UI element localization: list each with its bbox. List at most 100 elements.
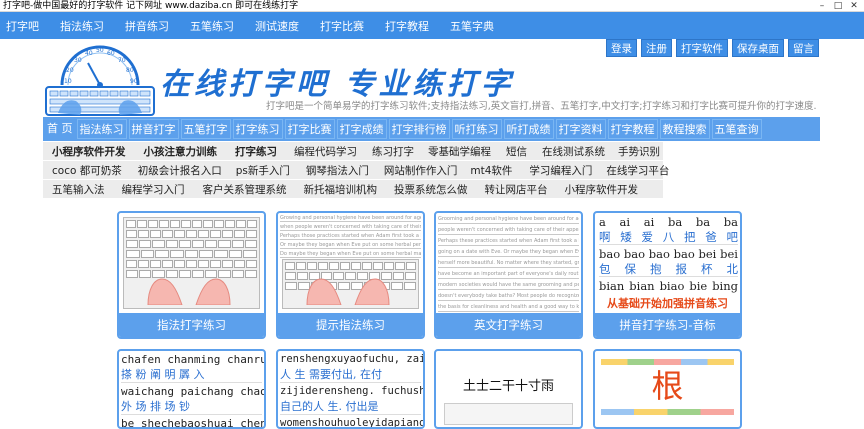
pinyin-row: bao bao bao bao bei bei xyxy=(599,247,738,261)
gauge-number: 80 xyxy=(126,67,134,74)
link-item[interactable]: ps新手入门 xyxy=(236,163,290,178)
link-item[interactable]: 新托福培训机构 xyxy=(304,182,378,197)
link-item[interactable]: 手势识别 xyxy=(618,144,660,159)
typing-software-button[interactable]: 打字软件 xyxy=(676,39,728,57)
hands-icon xyxy=(306,278,390,305)
link-item[interactable]: 短信 xyxy=(506,144,527,159)
gauge-number: 60 xyxy=(107,50,115,57)
pinyin-preview: a ai ai ba ba ba 啊矮爱八把爸吧 bao bao bao bao bei bei 包… xyxy=(599,215,738,293)
text-line: Growing and personal hygiene have been a… xyxy=(280,215,421,222)
big-character: 根 xyxy=(651,367,684,405)
link-item[interactable]: 在线学习平台 xyxy=(606,163,669,178)
cat-listen-practice[interactable]: 听打练习 xyxy=(451,119,502,139)
save-desktop-button[interactable]: 保存桌面 xyxy=(732,39,784,57)
gauge-number: 30 xyxy=(74,57,82,64)
link-item[interactable]: 客户关系管理系统 xyxy=(203,182,287,197)
wubi-root-card[interactable]: 土士二干十寸雨 xyxy=(434,349,583,429)
window-title: 打字吧-做中国最好的打字软件 记下网址 www.daziba.cn 即可在线练打… xyxy=(3,1,299,11)
cat-typing-contest[interactable]: 打字比赛 xyxy=(284,119,335,139)
link-item[interactable]: 小程序软件开发 xyxy=(565,182,639,197)
nav-wubi-practice[interactable]: 五笔练习 xyxy=(190,18,234,34)
gauge-number: 90 xyxy=(130,78,138,85)
window-controls: – □ ✕ xyxy=(814,0,862,12)
site-logo[interactable]: 10 20 30 40 50 60 70 80 90 xyxy=(44,41,156,120)
text-line: going on a date with Eve. Or maybe they … xyxy=(438,249,579,257)
maximize-button[interactable]: □ xyxy=(830,0,846,12)
english-practice-card[interactable]: Grooming and personal hygiene have been … xyxy=(434,211,583,339)
wubi-root-text: 土士二干十寸雨 xyxy=(462,379,554,394)
wubi-char-card[interactable]: 根 xyxy=(593,349,742,429)
cat-listen-scores[interactable]: 听打成绩 xyxy=(503,119,554,139)
cat-wubi-lookup[interactable]: 五笔查询 xyxy=(711,119,762,139)
cat-finger-practice[interactable]: 指法练习 xyxy=(76,119,127,139)
pinyin-line: waichang paichang chao xyxy=(121,385,266,398)
link-item[interactable]: 钢琴指法入门 xyxy=(306,163,369,178)
message-button[interactable]: 留言 xyxy=(788,39,819,57)
pinyin-phrase-card[interactable]: chafen chanming chanru 搽 粉 阐 明 羼 入 waich… xyxy=(117,349,266,429)
cat-home[interactable]: 首 页 xyxy=(45,119,75,139)
link-item[interactable]: 投票系统怎么做 xyxy=(394,182,468,197)
link-item[interactable]: 练习打字 xyxy=(372,144,414,159)
hanzi-line: 自己的人 生. 付出是 xyxy=(280,398,421,415)
english-thumbnail: Grooming and personal hygiene have been … xyxy=(436,213,581,313)
hanzi-row: 啊矮爱八把爸吧 xyxy=(599,230,738,245)
hint-finger-practice-card[interactable]: Growing and personal hygiene have been a… xyxy=(276,211,425,339)
cat-pinyin-typing[interactable]: 拼音打字 xyxy=(128,119,179,139)
link-item[interactable]: 小孩注意力训练 xyxy=(144,144,218,159)
link-item[interactable]: 小程序软件开发 xyxy=(52,144,126,159)
login-button[interactable]: 登录 xyxy=(606,39,637,57)
nav-typing-tutorial[interactable]: 打字教程 xyxy=(385,18,429,34)
pinyin-slogan: 从基础开始加强拼音练习 xyxy=(607,297,728,310)
nav-speed-test[interactable]: 测试速度 xyxy=(255,18,299,34)
keyboard-gauge-logo-icon: 10 20 30 40 50 60 70 80 90 xyxy=(45,45,155,116)
cat-typing-scores[interactable]: 打字成绩 xyxy=(336,119,387,139)
link-item[interactable]: 初级会计报名入口 xyxy=(138,163,222,178)
card-caption: 指法打字练习 xyxy=(119,313,264,337)
link-item[interactable]: mt4软件 xyxy=(470,163,512,178)
pinyin-line: zijiderensheng. fuchushi xyxy=(280,385,425,397)
nav-finger-practice[interactable]: 指法练习 xyxy=(60,18,104,34)
user-buttons: 登录 注册 打字软件 保存桌面 留言 xyxy=(606,39,819,57)
pinyin-practice-card[interactable]: a ai ai ba ba ba 啊矮爱八把爸吧 bao bao bao bao bei bei 包… xyxy=(593,211,742,339)
close-button[interactable]: ✕ xyxy=(846,0,862,12)
nav-pinyin-practice[interactable]: 拼音练习 xyxy=(125,18,169,34)
text-line: doesn't everybody take baths? Most peopl… xyxy=(438,293,579,301)
text-preview: Growing and personal hygiene have been a… xyxy=(280,215,421,260)
finger-practice-card[interactable]: 指法打字练习 xyxy=(117,211,266,339)
link-item[interactable]: 零基础学编程 xyxy=(428,144,491,159)
cat-typing-practice[interactable]: 打字练习 xyxy=(232,119,283,139)
nav-typing-contest[interactable]: 打字比赛 xyxy=(320,18,364,34)
nav-wubi-dictionary[interactable]: 五笔字典 xyxy=(450,18,494,34)
site-description: 打字吧是一个简单易学的打字练习软件;支持指法练习,英文盲打,拼音、五笔打字,中文… xyxy=(266,101,817,112)
pinyin-thumbnail: a ai ai ba ba ba 啊矮爱八把爸吧 bao bao bao bao bei bei 包… xyxy=(595,213,740,313)
text-line: Perhaps these practices started when Ada… xyxy=(438,238,579,246)
pinyin-phrase-preview: chafen chanming chanru 搽 粉 阐 明 羼 入 waich… xyxy=(121,353,266,429)
link-item[interactable]: 网站制作作入门 xyxy=(384,163,458,178)
text-line: Do maybe they began when Eve put on some… xyxy=(280,251,421,258)
link-item[interactable]: 打字练习 xyxy=(235,144,277,159)
link-item[interactable]: 转让网店平台 xyxy=(485,182,548,197)
link-item[interactable]: 五笔输入法 xyxy=(52,182,105,197)
minimize-button[interactable]: – xyxy=(814,0,830,12)
site-slogan: 在线打字吧 专业练打字 xyxy=(160,67,515,102)
hanzi-line: 搽 粉 阐 明 羼 入 xyxy=(121,366,262,383)
link-item[interactable]: 在线测试系统 xyxy=(542,144,605,159)
register-button[interactable]: 注册 xyxy=(641,39,672,57)
pinyin-line: be shechebaoshuai chenc xyxy=(121,417,266,429)
link-item[interactable]: 编程学习入门 xyxy=(122,182,185,197)
window-titlebar: 打字吧-做中国最好的打字软件 记下网址 www.daziba.cn 即可在线练打… xyxy=(0,0,864,12)
cat-typing-tutorial[interactable]: 打字教程 xyxy=(607,119,658,139)
hands-icon xyxy=(147,278,231,305)
link-item[interactable]: 编程代码学习 xyxy=(294,144,357,159)
gauge-number: 40 xyxy=(85,50,93,57)
link-item[interactable]: coco 都可奶茶 xyxy=(52,163,122,178)
cat-typing-materials[interactable]: 打字资料 xyxy=(555,119,606,139)
pinyin-article-card[interactable]: renshengxuyaofuchu, zaif 人 生 需要付出, 在付 zi… xyxy=(276,349,425,429)
cat-typing-ranking[interactable]: 打字排行榜 xyxy=(388,119,450,139)
text-line: herself more beautiful. No matter where … xyxy=(438,260,579,268)
card-caption: 拼音打字练习-音标 xyxy=(595,313,740,337)
cat-wubi-typing[interactable]: 五笔打字 xyxy=(180,119,231,139)
cat-tutorial-search[interactable]: 教程搜索 xyxy=(659,119,710,139)
link-item[interactable]: 学习编程入门 xyxy=(529,163,592,178)
nav-home[interactable]: 打字吧 xyxy=(6,18,39,34)
